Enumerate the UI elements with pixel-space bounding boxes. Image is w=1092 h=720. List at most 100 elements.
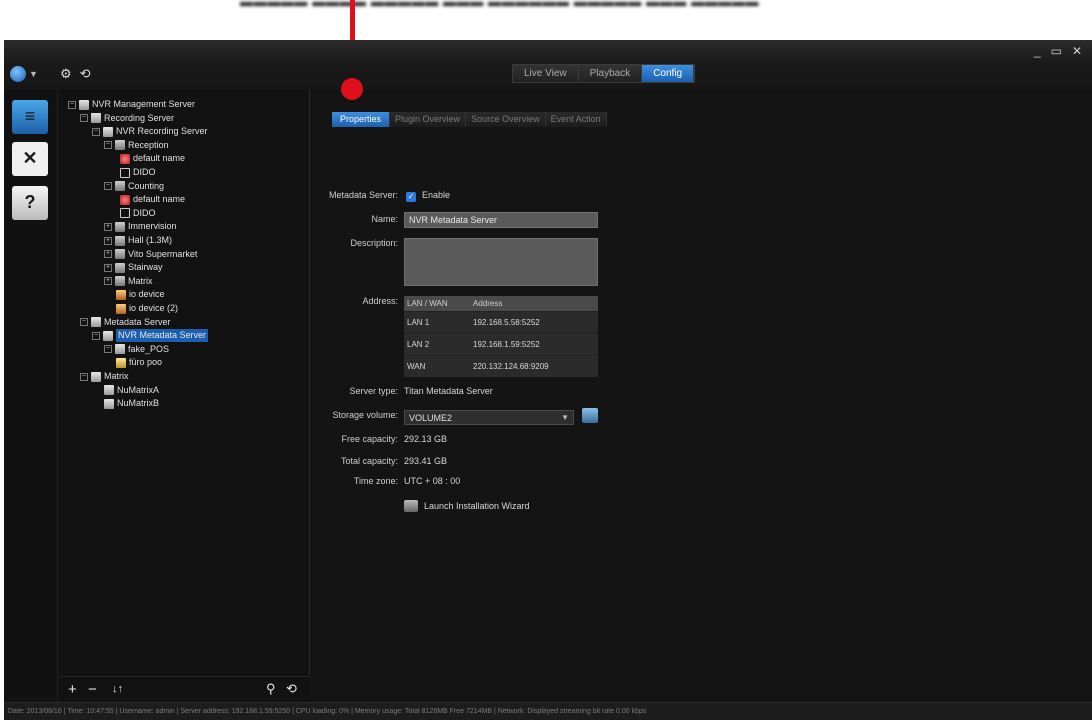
tab-properties[interactable]: Properties — [332, 112, 391, 127]
sort-button[interactable]: ↓↑ — [112, 683, 123, 695]
storage-volume-label: Storage volume: — [332, 410, 398, 420]
camera-icon — [120, 194, 130, 205]
group-icon — [115, 262, 125, 273]
table-row[interactable]: LAN 1 192.168.5.58:5252 — [404, 310, 598, 333]
tree-node[interactable]: default name — [120, 193, 185, 206]
tree-node[interactable]: DIDO — [120, 207, 156, 220]
group-icon — [115, 221, 125, 232]
tree-node[interactable]: − NVR Metadata Server — [92, 329, 209, 343]
address-value-cell: 192.168.1.59:5252 — [470, 332, 598, 355]
server-type-label: Server type: — [349, 386, 398, 396]
minimize-icon[interactable]: _ — [1034, 44, 1041, 58]
table-row[interactable]: WAN 220.132.124.68:9209 — [404, 354, 598, 377]
tree-node[interactable]: − fake_POS — [104, 343, 169, 356]
search-icon[interactable]: ⚲ — [266, 681, 276, 697]
collapse-icon[interactable]: − — [104, 182, 112, 191]
tree-node[interactable]: − Counting — [104, 180, 164, 193]
io-device-icon — [116, 303, 126, 314]
expand-icon[interactable]: + — [104, 263, 112, 272]
tree-node-label: NVR Management Server — [92, 99, 196, 109]
tree-node[interactable]: DIDO — [120, 166, 156, 179]
tree-node[interactable]: + Hall (1.3M) — [104, 234, 172, 247]
refresh-icon[interactable]: ⟲ — [80, 66, 91, 82]
tree-node-label: NVR Metadata Server — [116, 329, 209, 343]
collapse-icon[interactable]: − — [80, 114, 88, 123]
tree-node[interactable]: default name — [120, 152, 185, 165]
expand-icon[interactable]: + — [104, 277, 112, 286]
collapse-icon[interactable]: − — [104, 345, 112, 354]
chevron-down-icon: ▼ — [561, 413, 569, 422]
collapse-icon[interactable]: − — [80, 372, 88, 381]
collapse-icon[interactable]: − — [92, 331, 100, 340]
server-icon — [79, 99, 89, 110]
table-row[interactable]: LAN 2 192.168.1.59:5252 — [404, 332, 598, 355]
tree-node[interactable]: + Immervision — [104, 220, 177, 233]
collapse-icon[interactable]: − — [80, 318, 88, 327]
tree-node[interactable]: − Reception — [104, 139, 169, 152]
tree-node[interactable]: − Recording Server — [80, 112, 174, 125]
tree-node[interactable]: + Vito Supermarket — [104, 248, 197, 261]
tree-node[interactable]: + Stairway — [104, 261, 163, 274]
server-icon — [103, 330, 113, 341]
tree-node-label: Matrix — [104, 371, 129, 381]
total-capacity-label: Total capacity: — [340, 456, 398, 466]
collapse-icon[interactable]: − — [68, 100, 76, 109]
annotation-arrow-dot — [341, 78, 363, 100]
tree-node[interactable]: − Metadata Server — [80, 316, 171, 329]
tree-node[interactable]: io device (2) — [116, 302, 178, 315]
collapse-icon[interactable]: − — [104, 141, 112, 150]
add-button[interactable]: + — [68, 681, 77, 698]
nvr-app-window: _ ▭ ✕ ▼ ⚙ ⟲ Live View Playback Config ≡ … — [4, 40, 1092, 720]
expand-icon[interactable]: + — [104, 236, 112, 245]
tree-node[interactable]: − NVR Recording Server — [92, 125, 208, 138]
launch-wizard-button[interactable]: Launch Installation Wizard — [404, 500, 530, 512]
tab-plugin-overview[interactable]: Plugin Overview — [390, 112, 467, 127]
pos-icon — [115, 344, 125, 355]
tree-node-label: fake_POS — [128, 343, 170, 354]
help-icon[interactable]: ? — [12, 186, 48, 220]
enable-label: Enable — [422, 190, 451, 200]
remove-button[interactable]: − — [88, 681, 97, 698]
description-textarea[interactable] — [404, 238, 598, 286]
server-icon — [103, 126, 113, 137]
tree-node-label: NuMatrixB — [117, 398, 160, 409]
tree-node[interactable]: füro poo — [116, 356, 162, 369]
io-device-icon — [116, 289, 126, 300]
enable-checkbox[interactable]: ✓ — [406, 192, 416, 202]
tab-playback[interactable]: Playback — [578, 65, 643, 82]
restore-icon[interactable]: ▭ — [1051, 44, 1062, 58]
tree-footer: + − ↓↑ ⚲ ⟲ — [60, 676, 310, 702]
tab-event-action[interactable]: Event Action — [545, 112, 607, 127]
tree-node[interactable]: − Matrix — [80, 370, 129, 383]
close-icon[interactable]: ✕ — [1072, 44, 1082, 58]
collapse-icon[interactable]: − — [92, 127, 100, 136]
tree-node[interactable]: NuMatrixB — [104, 397, 159, 410]
tab-live-view[interactable]: Live View — [513, 65, 579, 82]
group-icon — [115, 181, 125, 192]
server-type-value: Titan Metadata Server — [404, 386, 493, 396]
name-input[interactable]: NVR Metadata Server — [404, 212, 598, 228]
address-value-cell: 192.168.5.58:5252 — [470, 310, 598, 333]
tree-node-label: io device — [129, 289, 165, 300]
metadata-icon — [116, 357, 126, 368]
storage-database-icon[interactable] — [582, 408, 598, 423]
tab-source-overview[interactable]: Source Overview — [466, 112, 546, 127]
app-menu-button[interactable]: ▼ — [10, 64, 48, 84]
storage-volume-value: VOLUME2 — [409, 413, 453, 423]
tree-node[interactable]: − NVR Management Server — [68, 98, 195, 111]
address-table: LAN / WAN Address LAN 1 192.168.5.58:525… — [404, 296, 598, 377]
refresh-icon[interactable]: ⟲ — [286, 681, 297, 697]
storage-volume-select[interactable]: VOLUME2 ▼ — [404, 410, 574, 425]
expand-icon[interactable]: + — [104, 222, 112, 231]
server-list-icon[interactable]: ≡ — [12, 100, 48, 134]
tree-node[interactable]: + Matrix — [104, 275, 153, 288]
tree-node-label: Hall (1.3M) — [128, 235, 173, 245]
tools-settings-icon[interactable]: ✕ — [12, 142, 48, 176]
window-controls: _ ▭ ✕ — [1034, 44, 1082, 58]
tab-config[interactable]: Config — [642, 65, 695, 82]
tree-node[interactable]: io device — [116, 288, 165, 301]
wizard-icon — [404, 500, 418, 512]
tree-node[interactable]: NuMatrixA — [104, 384, 159, 397]
gear-plus-icon[interactable]: ⚙ — [60, 66, 72, 82]
expand-icon[interactable]: + — [104, 250, 112, 259]
